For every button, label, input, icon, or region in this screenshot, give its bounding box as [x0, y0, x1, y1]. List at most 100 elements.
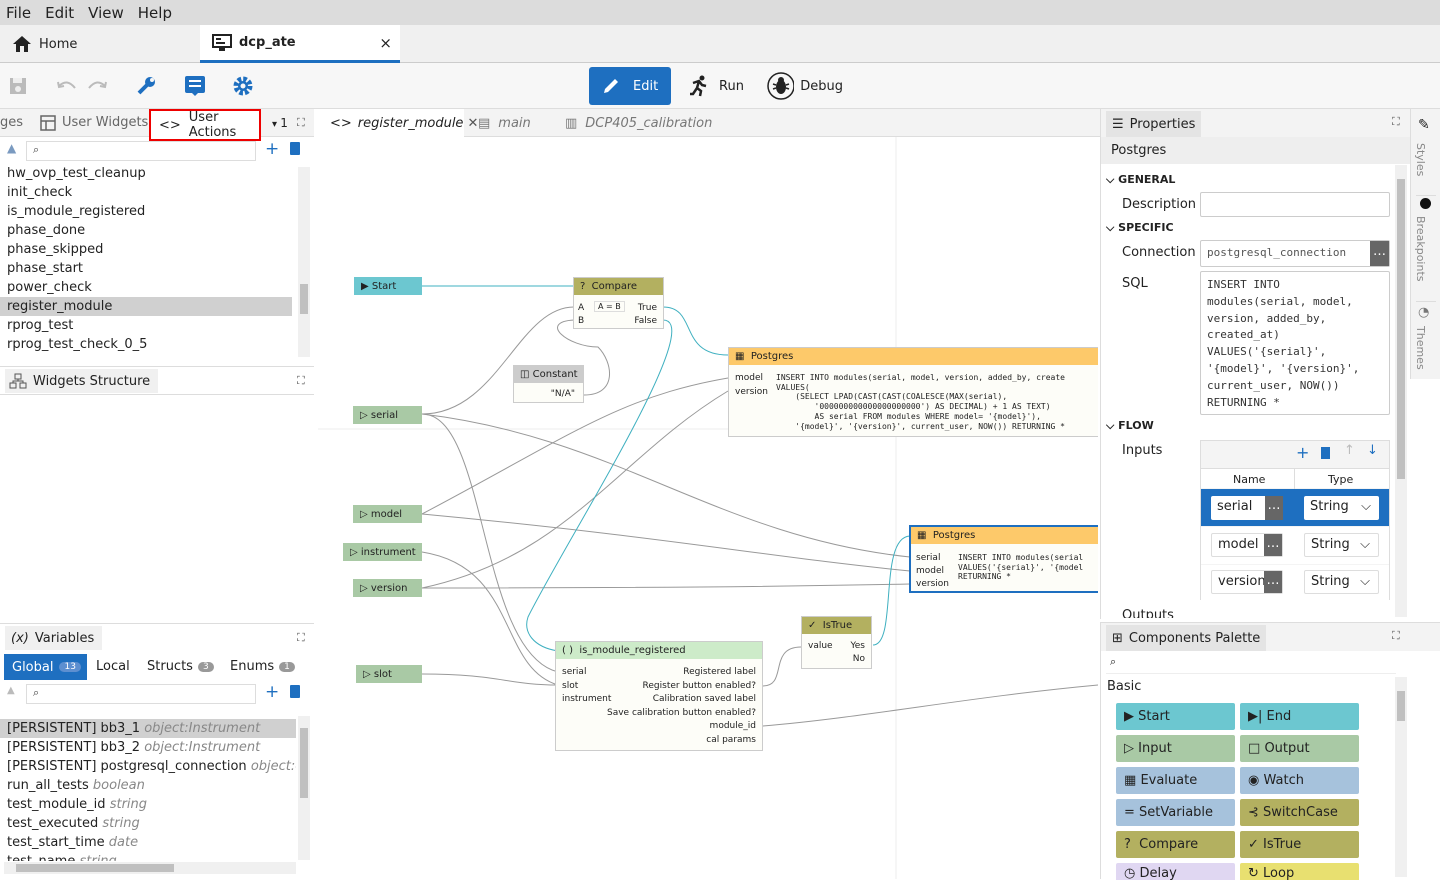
edit-mode-button[interactable]: Edit [589, 67, 671, 105]
input-type-select[interactable]: String ⌵ [1304, 533, 1379, 557]
constant-node[interactable]: ◫ Constant "N/A" [513, 365, 584, 403]
list-item[interactable]: rprog_test [0, 316, 296, 335]
input-type-select[interactable]: String ⌵ [1304, 570, 1379, 594]
input-serial-node[interactable]: ▷ serial [353, 406, 422, 424]
variable-row[interactable]: test_module_id string [0, 795, 296, 814]
postgres-node-2[interactable]: ▦ Postgres serial model version INSERT I… [909, 525, 1098, 593]
delete-icon[interactable] [1321, 447, 1330, 459]
maximize-icon[interactable]: ⛶ [297, 116, 305, 130]
start-node[interactable]: ▶ Start [354, 277, 422, 295]
add-action-button[interactable]: + [265, 139, 279, 159]
variables-search-input[interactable]: ⌕ [26, 684, 256, 704]
list-item[interactable]: phase_skipped [0, 240, 296, 259]
list-item[interactable]: rprog_test_check_0_5 [0, 335, 296, 354]
connection-browse-button[interactable]: … [1370, 241, 1389, 266]
tab-styles[interactable]: ✎ Styles [1414, 117, 1436, 187]
actions-search-input[interactable]: ⌕ [26, 141, 256, 161]
delete-icon[interactable] [290, 142, 300, 155]
tab-breakpoints[interactable]: Breakpoints [1414, 195, 1436, 295]
move-up-icon[interactable]: ↑ [1344, 443, 1355, 458]
input-instrument-node[interactable]: ▷ instrument [343, 543, 422, 561]
palette-item-output[interactable]: □ Output [1240, 735, 1359, 762]
flow-canvas[interactable]: ▶ Start ? Compare A B A = B True False ◫… [318, 137, 1098, 879]
browse-button[interactable]: … [1265, 496, 1283, 520]
input-name-field[interactable]: version… [1211, 570, 1283, 594]
palette-search-input[interactable]: ⌕ [1106, 654, 1396, 674]
variable-row[interactable]: test_start_time date [0, 833, 296, 852]
istrue-node[interactable]: ✓ IsTrue value Yes No [801, 616, 872, 669]
postgres-node-1[interactable]: ▦ Postgres model version INSERT INTO mod… [728, 347, 1098, 437]
sort-icon[interactable]: ▲ [7, 141, 16, 155]
variables-scrollbar[interactable] [298, 716, 310, 860]
close-tab-button[interactable]: × [379, 34, 392, 52]
variable-row[interactable]: test_executed string [0, 814, 296, 833]
list-item-selected[interactable]: register_module [0, 297, 292, 316]
tab-local[interactable]: Local [96, 659, 130, 674]
is-module-registered-node[interactable]: ( ) is_module_registered serial slot instr… [555, 641, 763, 751]
table-row[interactable]: version… String ⌵ [1201, 565, 1389, 600]
wrench-icon[interactable] [133, 73, 159, 99]
redo-icon[interactable] [84, 73, 110, 99]
palette-item-delay[interactable]: ◷ Delay [1116, 863, 1235, 880]
tab-user-widgets[interactable]: User Widgets [40, 114, 148, 131]
description-input[interactable] [1200, 192, 1390, 217]
menu-help[interactable]: Help [138, 4, 172, 22]
variables-h-scrollbar[interactable] [4, 862, 296, 874]
palette-item-loop[interactable]: ↻ Loop [1240, 863, 1359, 880]
delete-icon[interactable] [290, 685, 300, 698]
tab-main[interactable]: ▤ main [478, 109, 531, 137]
maximize-icon[interactable]: ⛶ [1392, 629, 1400, 643]
list-item[interactable]: phase_done [0, 221, 296, 240]
list-item[interactable]: phase_start [0, 259, 296, 278]
palette-item-setvariable[interactable]: = SetVariable [1116, 799, 1235, 826]
sort-icon[interactable]: ▲ [7, 685, 15, 696]
palette-item-compare[interactable]: ? Compare [1116, 831, 1235, 858]
browse-button[interactable]: … [1264, 534, 1282, 556]
widget-icon[interactable] [182, 73, 208, 99]
palette-scrollbar[interactable] [1395, 677, 1407, 877]
sql-textarea[interactable]: INSERT INTO modules(serial, model, versi… [1200, 271, 1390, 415]
section-specific[interactable]: ⌵ SPECIFIC [1106, 221, 1174, 235]
maximize-icon[interactable]: ⛶ [297, 631, 305, 645]
add-input-button[interactable]: + [1296, 443, 1309, 462]
variable-row[interactable]: test_name string [0, 852, 296, 861]
tab-dcp405-calibration[interactable]: ▥ DCP405_calibration [565, 109, 712, 137]
tab-properties[interactable]: ☰ Properties [1106, 111, 1202, 137]
tab-register-module[interactable]: <> register_module ✕ [318, 109, 478, 137]
input-model-node[interactable]: ▷ model [353, 505, 422, 523]
tab-pages[interactable]: ges [0, 115, 23, 130]
section-general[interactable]: ⌵ GENERAL [1106, 173, 1175, 187]
section-flow[interactable]: ⌵ FLOW [1106, 419, 1154, 433]
palette-item-start[interactable]: ▶ Start [1116, 703, 1235, 730]
menu-file[interactable]: File [6, 4, 31, 22]
debug-mode-button[interactable]: Debug [755, 67, 855, 105]
palette-item-evaluate[interactable]: ▦ Evaluate [1116, 767, 1235, 794]
save-icon[interactable] [5, 73, 31, 99]
compare-node[interactable]: ? Compare A B A = B True False [573, 277, 664, 329]
input-name-field[interactable]: serial… [1211, 496, 1283, 520]
add-variable-button[interactable]: + [265, 682, 279, 702]
list-item[interactable]: init_check [0, 183, 296, 202]
settings-gear-icon[interactable] [230, 73, 256, 99]
tab-user-actions[interactable]: <> User Actions [149, 109, 261, 141]
menu-view[interactable]: View [88, 4, 124, 22]
list-item[interactable]: power_check [0, 278, 296, 297]
move-down-icon[interactable]: ↓ [1367, 443, 1378, 458]
input-name-field[interactable]: model… [1211, 533, 1283, 557]
actions-scrollbar[interactable] [298, 167, 310, 357]
palette-item-end[interactable]: ▶| End [1240, 703, 1359, 730]
variable-row[interactable]: run_all_tests boolean [0, 776, 296, 795]
input-version-node[interactable]: ▷ version [353, 579, 422, 597]
variable-row[interactable]: [PERSISTENT] bb3_2 object:Instrument [0, 738, 296, 757]
tab-structs[interactable]: Structs 3 [147, 659, 214, 674]
maximize-icon[interactable]: ⛶ [297, 374, 305, 388]
variable-row[interactable]: [PERSISTENT] bb3_1 object:Instrument [0, 719, 296, 738]
close-icon[interactable]: ✕ [467, 116, 478, 131]
undo-icon[interactable] [54, 73, 80, 99]
tab-global[interactable]: Global 13 [4, 654, 87, 680]
palette-item-switchcase[interactable]: ⊰ SwitchCase [1240, 799, 1359, 826]
browse-button[interactable]: … [1264, 571, 1282, 593]
list-item[interactable]: is_module_registered [0, 202, 296, 221]
table-row[interactable]: serial … String ⌵ [1201, 489, 1389, 526]
run-mode-button[interactable]: Run [676, 67, 756, 105]
